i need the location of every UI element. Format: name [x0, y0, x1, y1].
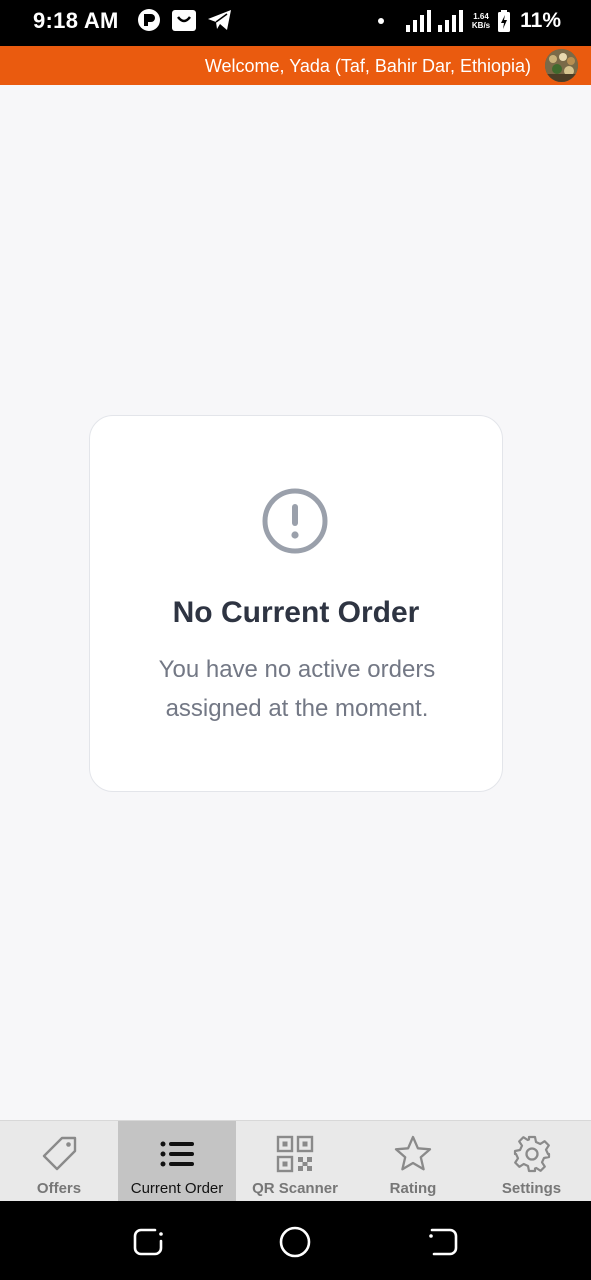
network-speed: 1.64 KB/s: [471, 12, 491, 30]
tab-offers[interactable]: Offers: [0, 1121, 118, 1201]
star-icon: [394, 1135, 432, 1171]
notification-icons: [137, 8, 233, 32]
avatar[interactable]: [545, 49, 578, 82]
status-time: 9:18 AM: [33, 8, 119, 33]
alert-circle-icon: [262, 488, 328, 554]
tab-rating[interactable]: Rating: [354, 1121, 472, 1201]
recents-icon[interactable]: [131, 1225, 165, 1259]
status-bar: 9:18 AM 1.64 KB/s 11%: [0, 0, 591, 46]
tab-settings[interactable]: Settings: [472, 1121, 591, 1201]
tab-current-order-label: Current Order: [130, 1180, 224, 1197]
battery-percent: 11%: [520, 9, 561, 32]
empty-state-title: No Current Order: [172, 596, 420, 629]
gear-icon: [513, 1135, 550, 1173]
system-nav-bar: [0, 1201, 591, 1280]
home-icon[interactable]: [278, 1225, 312, 1259]
signal-icon: [405, 10, 431, 32]
bottom-nav: Offers Current Order QR Scanner Rating S…: [0, 1120, 591, 1201]
tag-icon: [42, 1136, 77, 1171]
tab-qr-scanner[interactable]: QR Scanner: [236, 1121, 354, 1201]
dot-icon: [377, 18, 384, 24]
tab-qr-scanner-label: QR Scanner: [252, 1180, 338, 1197]
battery-icon: [498, 10, 511, 32]
tab-rating-label: Rating: [389, 1180, 437, 1197]
tab-current-order[interactable]: Current Order: [118, 1121, 236, 1201]
tab-settings-label: Settings: [501, 1180, 562, 1197]
qr-code-icon: [276, 1135, 314, 1173]
tab-offers-label: Offers: [36, 1180, 82, 1197]
app-icon: [138, 9, 160, 31]
empty-state-card: No Current Order You have no active orde…: [89, 415, 503, 792]
app-header: Welcome, Yada (Taf, Bahir Dar, Ethiopia): [0, 46, 591, 85]
shop-icon: [172, 10, 196, 31]
welcome-text: Welcome, Yada (Taf, Bahir Dar, Ethiopia): [204, 56, 531, 76]
signal-icon: [437, 10, 463, 32]
list-icon: [160, 1141, 194, 1167]
empty-state-message: You have no active orders assigned at th…: [158, 656, 436, 722]
telegram-icon: [208, 10, 231, 30]
system-status-icons: 1.64 KB/s 11%: [377, 8, 561, 34]
back-icon[interactable]: [426, 1225, 460, 1259]
